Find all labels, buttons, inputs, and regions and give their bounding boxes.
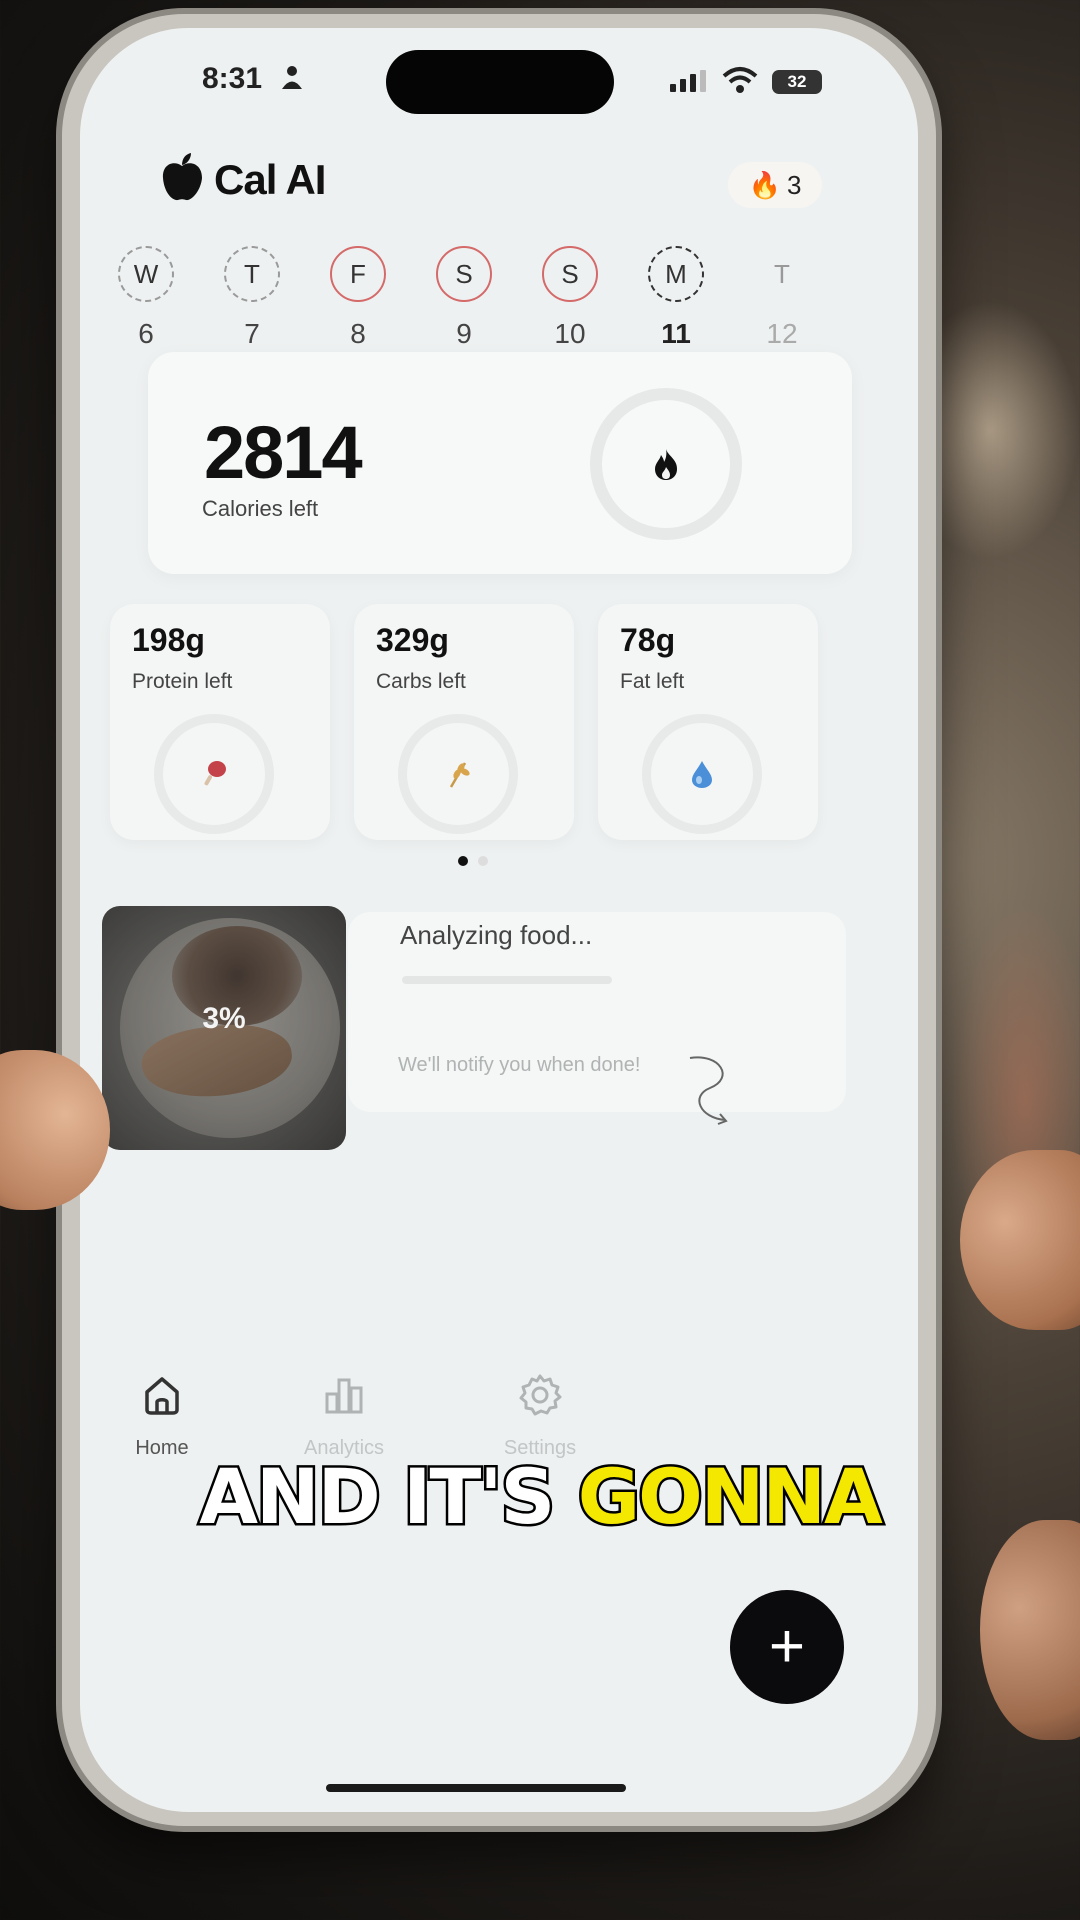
food-photo-thumbnail: 3% [102, 906, 346, 1150]
day-number: 10 [554, 318, 586, 349]
apple-logo-icon [162, 153, 202, 201]
protein-left-label: Protein left [132, 670, 233, 693]
page-indicator[interactable] [458, 856, 488, 866]
fat-progress-ring [642, 714, 762, 834]
day-item-selected[interactable]: M 11 [640, 246, 712, 350]
nav-home[interactable]: Home [92, 1372, 232, 1460]
flame-icon [655, 449, 677, 480]
day-letter: S [542, 246, 598, 302]
person-icon [282, 66, 302, 89]
curved-arrow-icon [689, 1056, 728, 1125]
day-letter: F [330, 246, 386, 302]
analysis-progress: 3% [202, 1002, 246, 1035]
caption-highlight-text: GONNA [575, 1450, 885, 1544]
signal-icon [670, 70, 710, 92]
day-letter: S [436, 246, 492, 302]
carbs-progress-ring [398, 714, 518, 834]
day-letter: M [648, 246, 704, 302]
day-item[interactable]: F 8 [322, 246, 394, 350]
analyzing-title: Analyzing food... [400, 920, 593, 950]
day-letter: T [224, 246, 280, 302]
fat-left-label: Fat left [620, 670, 685, 693]
carbs-left-label: Carbs left [376, 670, 466, 693]
caption-white-text: AND IT'S [197, 1450, 558, 1544]
battery-indicator: 32 [772, 70, 822, 94]
day-number: 12 [766, 318, 798, 349]
fat-left-value: 78g [620, 622, 676, 658]
calories-left-label: Calories left [202, 496, 319, 521]
day-number: 9 [456, 318, 472, 349]
home-indicator[interactable] [326, 1784, 626, 1792]
fat-card[interactable]: 78g Fat left [598, 604, 818, 840]
status-time: 8:31 [202, 62, 263, 95]
day-item[interactable]: W 6 [110, 246, 182, 350]
page-dot-active [458, 856, 468, 866]
carbs-card[interactable]: 329g Carbs left [354, 604, 574, 840]
app-title: Cal AI [214, 156, 326, 203]
add-food-button[interactable]: + [730, 1590, 844, 1704]
day-number: 8 [350, 318, 366, 349]
dynamic-island [386, 50, 614, 114]
day-item[interactable]: T 12 [746, 246, 818, 350]
drumstick-icon [204, 761, 226, 786]
video-caption: AND IT'S GONNA [0, 1450, 1080, 1544]
carbs-left-value: 329g [376, 622, 449, 658]
hand-finger [980, 1520, 1080, 1740]
day-item[interactable]: S 9 [428, 246, 500, 350]
day-number: 7 [244, 318, 260, 349]
bar-chart-icon [325, 1378, 363, 1414]
nav-analytics[interactable]: Analytics [274, 1372, 414, 1460]
drop-icon [692, 761, 712, 788]
day-number: 6 [138, 318, 154, 349]
day-number: 11 [661, 318, 691, 349]
calories-left-value: 2814 [204, 411, 363, 494]
protein-progress-ring [154, 714, 274, 834]
calories-progress-ring [590, 388, 742, 540]
wifi-icon [722, 67, 758, 93]
gear-icon [519, 1374, 562, 1416]
app-screen: 8:31 32 Cal AI 🔥 3 W 6 T 7 F 8 S 9 S 10 [80, 28, 918, 1812]
protein-left-value: 198g [132, 622, 205, 658]
wheat-icon [449, 762, 470, 788]
nav-settings[interactable]: Settings [470, 1372, 610, 1460]
day-letter: T [774, 258, 790, 289]
day-item[interactable]: S 10 [534, 246, 606, 350]
analyzing-placeholder-bar [402, 976, 612, 984]
day-item[interactable]: T 7 [216, 246, 288, 350]
calories-card[interactable]: 2814 Calories left [148, 352, 852, 574]
plus-icon: + [768, 1612, 806, 1681]
notify-message: We'll notify you when done! [398, 1054, 641, 1076]
protein-card[interactable]: 198g Protein left [110, 604, 330, 840]
flame-icon: 🔥 [748, 169, 781, 200]
home-icon [145, 1377, 179, 1415]
streak-count: 3 [786, 169, 802, 200]
page-dot [478, 856, 488, 866]
streak-badge[interactable]: 🔥 3 [728, 162, 822, 208]
day-letter: W [118, 246, 174, 302]
